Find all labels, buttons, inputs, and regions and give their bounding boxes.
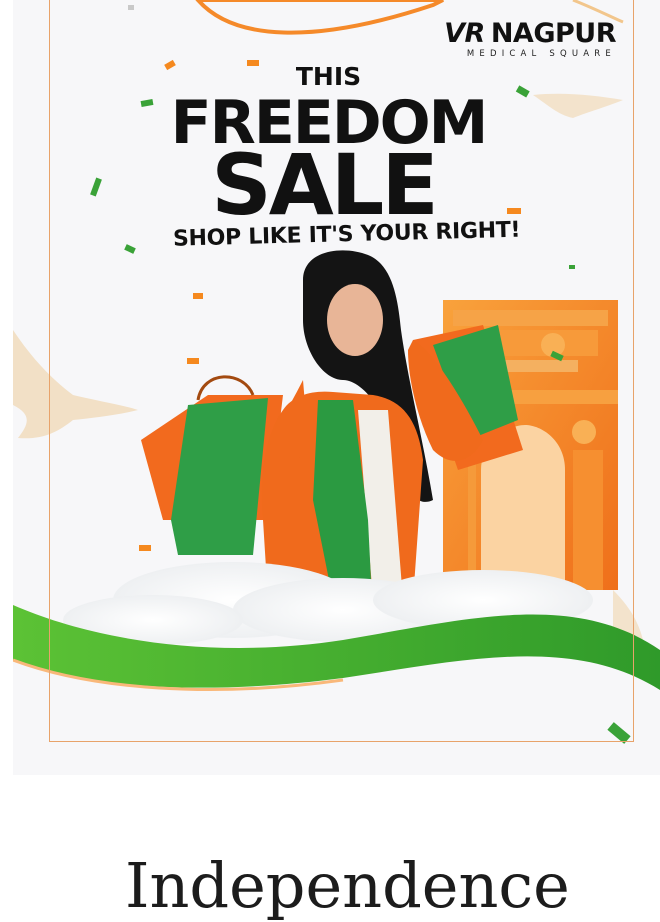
page-title: Independence: [125, 849, 570, 922]
logo-subtitle: MEDICAL SQUARE: [466, 49, 616, 59]
logo-vr: VR: [444, 18, 485, 49]
brand-logo: VR NAGPUR MEDICAL SQUARE: [444, 18, 617, 60]
headline-this: THIS: [295, 62, 362, 91]
headline-sale: SALE: [211, 136, 438, 234]
logo-name: NAGPUR: [490, 18, 617, 49]
freedom-sale-banner: VR NAGPUR MEDICAL SQUARE THIS FREEDOM SAL…: [13, 0, 660, 775]
